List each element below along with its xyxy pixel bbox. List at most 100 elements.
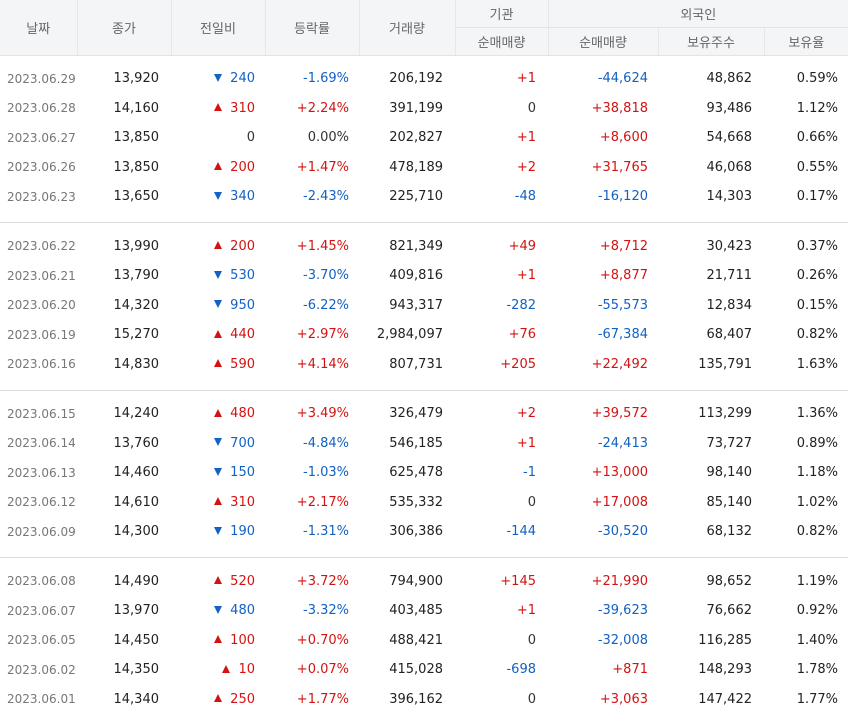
- cell-foreign-ratio: 1.36%: [796, 406, 839, 422]
- cell-foreign-ratio: 0.82%: [796, 524, 839, 540]
- cell-volume: 206,192: [389, 71, 443, 87]
- table-row: 2023.06.14 13,760 700 -4.84% 546,185 +1 -24,41…: [0, 429, 848, 459]
- header-institution: 기관: [454, 0, 548, 28]
- up-arrow-icon: [214, 635, 223, 644]
- cell-foreign-hold: 147,422: [698, 691, 752, 707]
- change-value: 520: [230, 573, 255, 589]
- cell-date: 2023.06.15: [7, 406, 76, 421]
- table-row: 2023.06.20 14,320 950 -6.22% 943,317 -282 -55,…: [0, 291, 848, 321]
- header-foreign-ratio: 보유율: [763, 27, 848, 56]
- cell-foreign-net: -32,008: [597, 632, 648, 648]
- cell-foreign-hold: 46,068: [706, 159, 753, 175]
- cell-foreign-net: +8,600: [599, 130, 648, 146]
- group-divider: [0, 546, 848, 558]
- cell-foreign-net: +21,990: [591, 573, 648, 589]
- table-row: 2023.06.01 14,340 250 +1.77% 396,162 0 +3,063 1…: [0, 685, 848, 715]
- cell-date: 2023.06.08: [7, 574, 76, 589]
- cell-change: 340: [171, 182, 265, 212]
- cell-change: 150: [171, 458, 265, 488]
- header-rate: 등락률: [264, 0, 359, 56]
- change-value: 190: [230, 524, 255, 540]
- cell-foreign-net: +13,000: [591, 465, 648, 481]
- cell-close: 14,340: [113, 691, 160, 707]
- cell-volume: 225,710: [389, 189, 443, 205]
- cell-volume: 391,199: [389, 100, 443, 116]
- cell-date: 2023.06.28: [7, 101, 76, 116]
- table-row: 2023.06.26 13,850 200 +1.47% 478,189 +2 +31,76…: [0, 153, 848, 183]
- header-date: 날짜: [0, 0, 77, 56]
- cell-foreign-net: -67,384: [597, 327, 648, 343]
- cell-inst-net: 0: [527, 691, 536, 707]
- table-body: 2023.06.29 13,920 240 -1.69% 206,192 +1 -44,62…: [0, 55, 848, 714]
- cell-volume: 807,731: [389, 356, 443, 372]
- cell-rate: -3.70%: [303, 268, 349, 284]
- cell-inst-net: 0: [527, 632, 536, 648]
- cell-close: 14,450: [113, 632, 160, 648]
- cell-foreign-hold: 14,303: [706, 189, 753, 205]
- cell-date: 2023.06.07: [7, 603, 76, 618]
- row-spacer: [0, 390, 848, 399]
- cell-change: 100: [171, 626, 265, 656]
- cell-date: 2023.06.22: [7, 239, 76, 254]
- cell-volume: 546,185: [389, 435, 443, 451]
- cell-close: 13,990: [113, 238, 160, 254]
- table-row: 2023.06.16 14,830 590 +4.14% 807,731 +205 +22,…: [0, 350, 848, 380]
- down-arrow-icon: [214, 73, 223, 82]
- cell-foreign-hold: 73,727: [706, 435, 753, 451]
- cell-change: 700: [171, 429, 265, 459]
- cell-volume: 488,421: [389, 632, 443, 648]
- change-value: 250: [230, 691, 255, 707]
- cell-foreign-net: -44,624: [597, 71, 648, 87]
- cell-inst-net: 0: [527, 494, 536, 510]
- up-arrow-icon: [214, 103, 223, 112]
- cell-foreign-hold: 135,791: [698, 356, 752, 372]
- change-value: 340: [230, 189, 255, 205]
- change-value: 240: [230, 71, 255, 87]
- table-row: 2023.06.23 13,650 340 -2.43% 225,710 -48 -16,1…: [0, 182, 848, 212]
- cell-foreign-net: +38,818: [591, 100, 648, 116]
- cell-foreign-net: +17,008: [591, 494, 648, 510]
- row-spacer: [0, 558, 848, 567]
- cell-date: 2023.06.21: [7, 268, 76, 283]
- change-value: 310: [230, 100, 255, 116]
- cell-foreign-net: -55,573: [597, 297, 648, 313]
- cell-foreign-net: -16,120: [597, 189, 648, 205]
- cell-rate: +0.70%: [296, 632, 349, 648]
- up-arrow-icon: [214, 694, 223, 703]
- cell-foreign-ratio: 0.82%: [796, 327, 839, 343]
- cell-change: 950: [171, 291, 265, 321]
- cell-inst-net: +2: [516, 406, 536, 422]
- cell-rate: +2.97%: [296, 327, 349, 343]
- cell-foreign-ratio: 1.77%: [796, 691, 839, 707]
- cell-foreign-net: +3,063: [599, 691, 648, 707]
- cell-foreign-hold: 54,668: [706, 130, 753, 146]
- cell-volume: 943,317: [389, 297, 443, 313]
- table-row: 2023.06.09 14,300 190 -1.31% 306,386 -144 -30,…: [0, 517, 848, 547]
- cell-foreign-hold: 85,140: [706, 494, 753, 510]
- header-foreign-net: 순매매량: [547, 27, 658, 56]
- table-row: 2023.06.22 13,990 200 +1.45% 821,349 +49 +8,71…: [0, 232, 848, 262]
- cell-volume: 794,900: [389, 573, 443, 589]
- down-arrow-icon: [214, 467, 223, 476]
- cell-rate: +3.49%: [296, 406, 349, 422]
- cell-rate: -1.31%: [303, 524, 349, 540]
- cell-date: 2023.06.09: [7, 524, 76, 539]
- header-close: 종가: [76, 0, 171, 56]
- cell-change: 310: [171, 94, 265, 124]
- cell-volume: 403,485: [389, 603, 443, 619]
- cell-foreign-ratio: 1.02%: [796, 494, 839, 510]
- cell-foreign-hold: 12,834: [706, 297, 753, 313]
- cell-date: 2023.06.02: [7, 662, 76, 677]
- change-value: 530: [230, 268, 255, 284]
- change-value: 310: [230, 494, 255, 510]
- up-arrow-icon: [214, 241, 223, 250]
- table-row: 2023.06.19 15,270 440 +2.97% 2,984,097 +76 -67…: [0, 320, 848, 350]
- cell-change: 310: [171, 488, 265, 518]
- cell-foreign-hold: 68,132: [706, 524, 753, 540]
- cell-date: 2023.06.12: [7, 495, 76, 510]
- header-foreign-hold: 보유주수: [657, 27, 764, 56]
- up-arrow-icon: [214, 576, 223, 585]
- cell-foreign-net: -39,623: [597, 603, 648, 619]
- cell-foreign-ratio: 0.55%: [796, 159, 839, 175]
- cell-foreign-ratio: 1.18%: [796, 465, 839, 481]
